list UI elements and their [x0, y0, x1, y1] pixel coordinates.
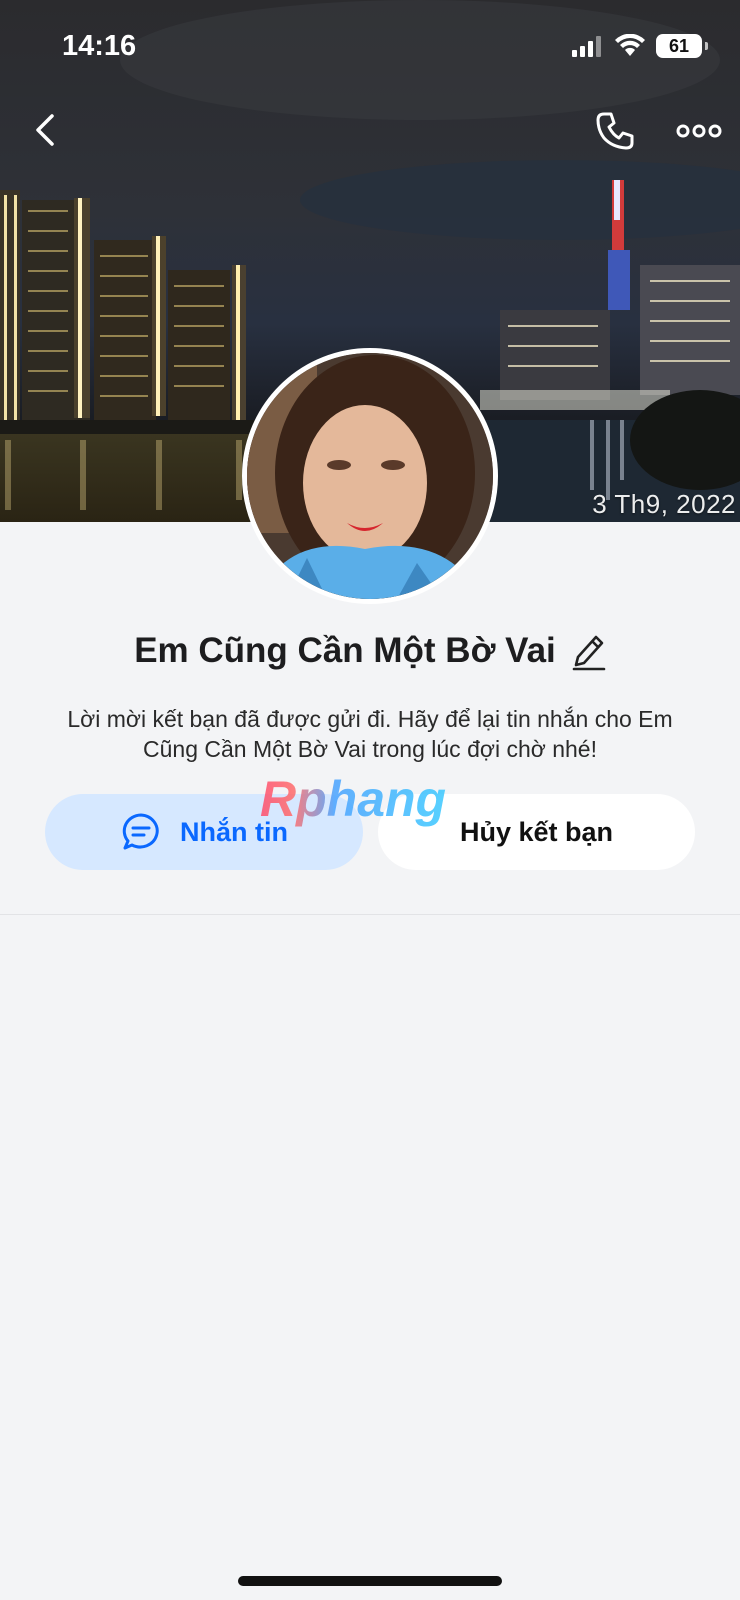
avatar-photo — [247, 353, 493, 599]
edit-name-icon[interactable] — [570, 631, 606, 671]
divider — [0, 914, 740, 915]
cover-date-stamp: 3 Th9, 2022 — [592, 489, 736, 519]
profile-name-row: Em Cũng Cần Một Bờ Vai — [0, 624, 740, 678]
avatar[interactable] — [242, 348, 498, 604]
back-button[interactable] — [26, 110, 66, 150]
profile-name: Em Cũng Cần Một Bờ Vai — [134, 631, 556, 670]
more-button[interactable] — [676, 118, 722, 144]
watermark-logo: Rphang — [260, 771, 447, 827]
signal-icon — [572, 36, 601, 57]
status-icons: 61 — [572, 34, 708, 58]
friend-request-notice: Lời mời kết bạn đã được gửi đi. Hãy để l… — [67, 706, 673, 762]
battery-icon: 61 — [656, 34, 708, 58]
status-bar: 14:16 61 — [0, 0, 740, 95]
wifi-icon — [615, 34, 645, 56]
unfriend-button-label: Hủy kết bạn — [459, 816, 614, 847]
home-indicator — [238, 1576, 502, 1586]
chat-bubble-icon — [122, 813, 159, 850]
call-button[interactable] — [594, 110, 636, 152]
status-time: 14:16 — [62, 30, 137, 62]
